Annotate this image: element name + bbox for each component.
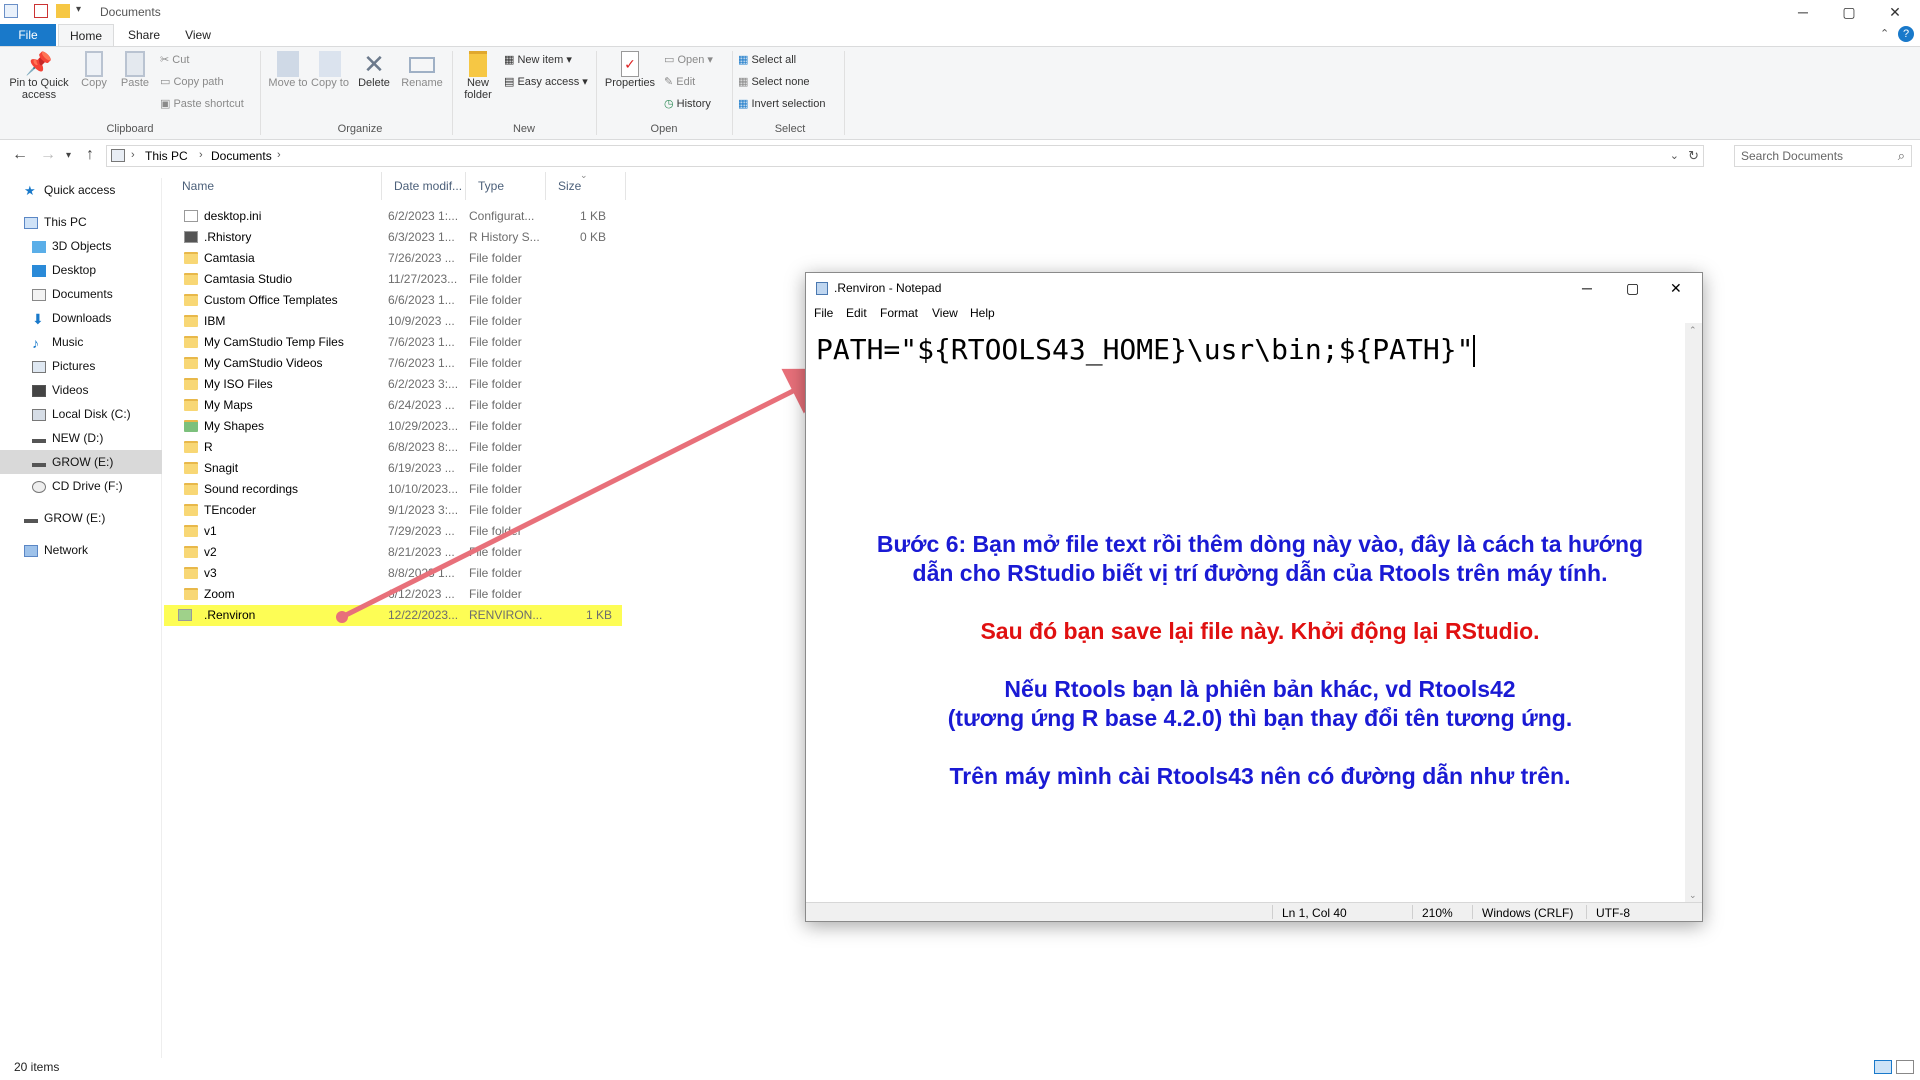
notepad-menu-file[interactable]: File — [814, 303, 833, 323]
notepad-menu-format[interactable]: Format — [880, 303, 918, 323]
annotation-save-note: Sau đó bạn save lại file này. Khởi động … — [980, 618, 1540, 644]
notepad-vertical-scrollbar[interactable]: ⌃ ⌄ — [1685, 323, 1702, 903]
encoding: UTF-8 — [1596, 906, 1630, 920]
notepad-menu-bar: File Edit Format View Help — [806, 303, 1702, 323]
notepad-menu-view[interactable]: View — [932, 303, 958, 323]
notepad-maximize-button[interactable]: ▢ — [1626, 273, 1639, 303]
zoom-level: 210% — [1422, 906, 1453, 920]
notepad-menu-help[interactable]: Help — [970, 303, 995, 323]
notepad-text-area[interactable]: PATH="${RTOOLS43_HOME}\usr\bin;${PATH}" — [806, 323, 1686, 903]
notepad-title-bar: .Renviron - Notepad ─ ▢ ✕ — [806, 273, 1702, 303]
line-endings: Windows (CRLF) — [1482, 906, 1574, 920]
notepad-window: .Renviron - Notepad ─ ▢ ✕ File Edit Form… — [805, 272, 1703, 922]
annotation-version-note: Nếu Rtools bạn là phiên bản khác, vd Rto… — [820, 675, 1700, 733]
divider — [1586, 905, 1587, 919]
annotation-version-line1: Nếu Rtools bạn là phiên bản khác, vd Rto… — [1004, 676, 1516, 702]
notepad-app-icon — [816, 282, 828, 295]
text-caret — [1473, 335, 1476, 367]
divider — [1472, 905, 1473, 919]
notepad-close-button[interactable]: ✕ — [1670, 273, 1682, 303]
notepad-minimize-button[interactable]: ─ — [1582, 273, 1592, 303]
cursor-position: Ln 1, Col 40 — [1282, 906, 1347, 920]
divider — [1412, 905, 1413, 919]
scroll-down-icon[interactable]: ⌄ — [1689, 890, 1697, 901]
annotation-version-line2: (tương ứng R base 4.2.0) thì bạn thay đổ… — [947, 705, 1573, 731]
annotation-step-line1: Bước 6: Bạn mở file text rồi thêm dòng n… — [876, 531, 1644, 557]
notepad-menu-edit[interactable]: Edit — [846, 303, 867, 323]
scroll-up-icon[interactable]: ⌃ — [1689, 325, 1697, 336]
annotation-step: Bước 6: Bạn mở file text rồi thêm dòng n… — [820, 530, 1700, 588]
annotation-final-note: Trên máy mình cài Rtools43 nên có đường … — [949, 763, 1571, 789]
notepad-title: .Renviron - Notepad — [834, 281, 942, 295]
divider — [1272, 905, 1273, 919]
annotation-step-line2: dẫn cho RStudio biết vị trí đường dẫn củ… — [912, 560, 1608, 586]
notepad-status-bar: Ln 1, Col 40 210% Windows (CRLF) UTF-8 — [806, 902, 1702, 921]
notepad-content: PATH="${RTOOLS43_HOME}\usr\bin;${PATH}" — [816, 333, 1474, 366]
